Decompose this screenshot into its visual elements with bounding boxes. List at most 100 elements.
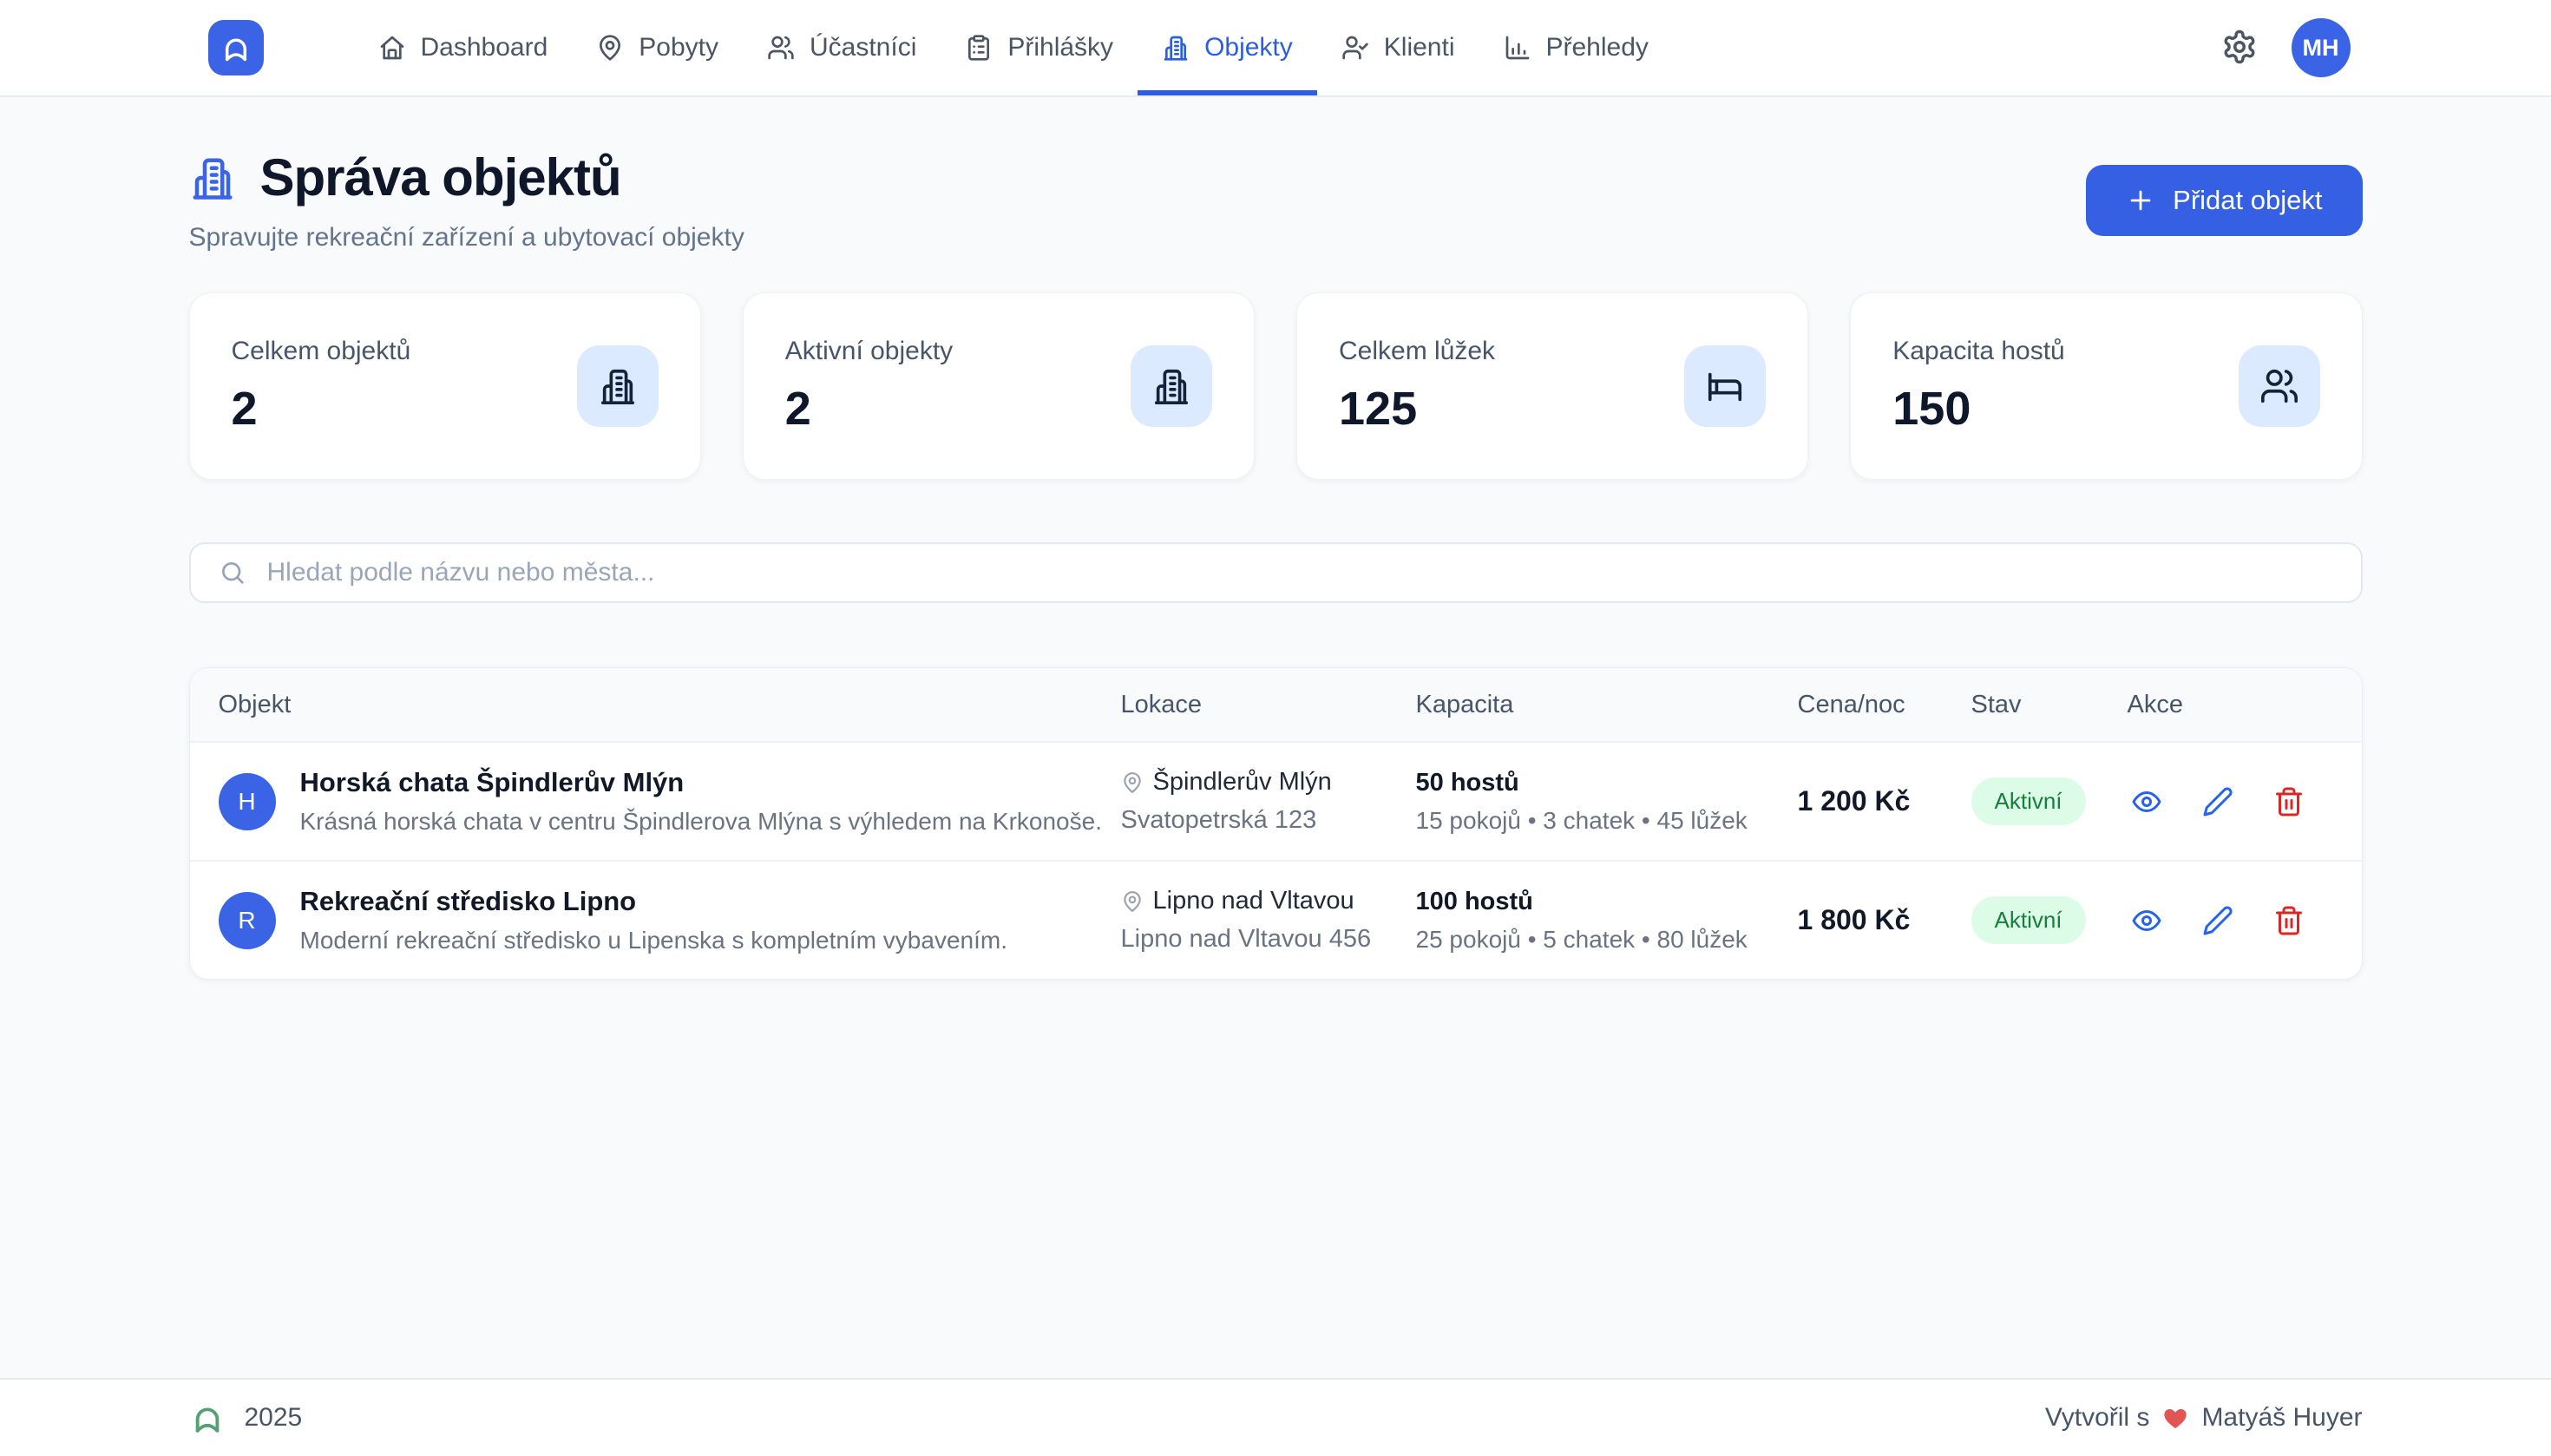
object-city: Lipno nad Vltavou — [1153, 887, 1354, 915]
main-content: Správa objektů Spravujte rekreační zaříz… — [0, 97, 2551, 1378]
app-logo[interactable] — [208, 20, 264, 75]
status-badge: Aktivní — [1971, 896, 2086, 944]
nav-item-ucastnici[interactable]: Účastníci — [743, 0, 941, 95]
object-name: Horská chata Špindlerův Mlýn — [300, 767, 1102, 798]
nav-item-objekty[interactable]: Objekty — [1138, 0, 1317, 95]
search-input[interactable] — [266, 557, 2333, 588]
bar-chart-icon — [1504, 34, 1531, 62]
column-header-lokace: Lokace — [1121, 691, 1416, 719]
users-icon — [767, 34, 795, 62]
page-title: Správa objektů — [260, 148, 621, 207]
nav-label: Přehledy — [1546, 33, 1649, 62]
column-header-cena-noc: Cena/noc — [1798, 691, 1971, 719]
edit-button[interactable] — [2199, 902, 2237, 940]
column-header-objekt: Objekt — [219, 691, 1121, 719]
object-address: Lipno nad Vltavou 456 — [1121, 925, 1416, 954]
stat-card-total-objects: Celkem objektů 2 — [189, 292, 701, 480]
object-avatar: H — [219, 773, 276, 830]
stat-value: 2 — [785, 382, 953, 436]
stat-value: 125 — [1339, 382, 1495, 436]
add-object-button[interactable]: Přidat objekt — [2086, 165, 2362, 236]
object-price: 1 200 Kč — [1798, 785, 1971, 817]
tent-arch-icon — [220, 31, 252, 64]
page-subtitle: Spravujte rekreační zařízení a ubytovací… — [189, 223, 744, 253]
view-button[interactable] — [2128, 783, 2166, 821]
nav-item-prehledy[interactable]: Přehledy — [1479, 0, 1673, 95]
tent-arch-icon — [189, 1400, 226, 1436]
object-capacity-detail: 15 pokojů • 3 chatek • 45 lůžek — [1416, 807, 1798, 835]
building-icon — [598, 366, 638, 406]
footer-credit-name: Matyáš Huyer — [2201, 1403, 2362, 1433]
heart-icon — [2161, 1404, 2189, 1432]
table-row: R Rekreační středisko Lipno Moderní rekr… — [190, 860, 2362, 979]
pencil-icon — [2202, 905, 2233, 936]
settings-button[interactable] — [2220, 29, 2259, 67]
stat-icon-chip — [577, 345, 659, 427]
trash-icon — [2273, 786, 2305, 817]
object-capacity-detail: 25 pokojů • 5 chatek • 80 lůžek — [1416, 926, 1798, 954]
nav-label: Účastníci — [810, 33, 916, 62]
stat-icon-chip — [1131, 345, 1212, 427]
building-icon — [1151, 366, 1191, 406]
object-price: 1 800 Kč — [1798, 904, 1971, 936]
stat-cards: Celkem objektů 2 Aktivní objekty 2 Cel — [189, 292, 2363, 480]
search-icon — [219, 559, 246, 587]
object-guests: 50 hostů — [1416, 769, 1798, 797]
footer-year: 2025 — [245, 1403, 303, 1433]
nav-item-dashboard[interactable]: Dashboard — [354, 0, 573, 95]
home-icon — [378, 34, 406, 62]
object-avatar: R — [219, 892, 276, 949]
status-badge: Aktivní — [1971, 777, 2086, 825]
stat-card-total-beds: Celkem lůžek 125 — [1296, 292, 1808, 480]
building-icon — [1162, 34, 1190, 62]
stat-card-active-objects: Aktivní objekty 2 — [743, 292, 1255, 480]
delete-button[interactable] — [2270, 902, 2308, 940]
edit-button[interactable] — [2199, 783, 2237, 821]
stat-icon-chip — [2239, 345, 2320, 427]
object-address: Svatopetrská 123 — [1121, 806, 1416, 835]
map-pin-icon — [1121, 771, 1144, 794]
stat-label: Celkem objektů — [232, 337, 411, 366]
nav-item-klienti[interactable]: Klienti — [1317, 0, 1479, 95]
eye-icon — [2131, 905, 2162, 936]
stat-label: Aktivní objekty — [785, 337, 953, 366]
nav-label: Objekty — [1204, 33, 1293, 62]
stat-card-guest-capacity: Kapacita hostů 150 — [1850, 292, 2362, 480]
eye-icon — [2131, 786, 2162, 817]
map-pin-icon — [1121, 890, 1144, 913]
column-header-stav: Stav — [1971, 691, 2128, 719]
clipboard-list-icon — [965, 34, 993, 62]
table-header: Objekt Lokace Kapacita Cena/noc Stav Akc… — [190, 668, 2362, 741]
object-city: Špindlerův Mlýn — [1153, 768, 1332, 797]
object-description: Krásná horská chata v centru Špindlerova… — [300, 808, 1102, 836]
column-header-akce: Akce — [2128, 691, 2334, 719]
gear-icon — [2221, 29, 2258, 65]
delete-button[interactable] — [2270, 783, 2308, 821]
object-name: Rekreační středisko Lipno — [300, 886, 1007, 917]
view-button[interactable] — [2128, 902, 2166, 940]
building-icon — [189, 154, 236, 201]
nav-item-pobyty[interactable]: Pobyty — [572, 0, 743, 95]
users-icon — [2259, 366, 2299, 406]
object-description: Moderní rekreační středisko u Lipenska s… — [300, 927, 1007, 954]
search-bar — [189, 542, 2363, 603]
object-guests: 100 hostů — [1416, 888, 1798, 916]
nav-label: Pobyty — [639, 33, 718, 62]
trash-icon — [2273, 905, 2305, 936]
user-check-icon — [1341, 34, 1369, 62]
main-nav: Dashboard Pobyty Účastníci Přihlášky Obj… — [354, 0, 1673, 95]
top-navigation-bar: Dashboard Pobyty Účastníci Přihlášky Obj… — [0, 0, 2551, 97]
pencil-icon — [2202, 786, 2233, 817]
user-avatar[interactable]: MH — [2292, 18, 2351, 77]
stat-value: 150 — [1892, 382, 2064, 436]
nav-label: Přihlášky — [1007, 33, 1113, 62]
nav-label: Klienti — [1384, 33, 1455, 62]
footer-credit-prefix: Vytvořil s — [2045, 1403, 2150, 1433]
stat-label: Kapacita hostů — [1892, 337, 2064, 366]
nav-item-prihlasky[interactable]: Přihlášky — [941, 0, 1138, 95]
map-pin-icon — [596, 34, 624, 62]
stat-label: Celkem lůžek — [1339, 337, 1495, 366]
page-footer: 2025 Vytvořil s Matyáš Huyer — [0, 1378, 2551, 1456]
table-row: H Horská chata Špindlerův Mlýn Krásná ho… — [190, 741, 2362, 860]
nav-label: Dashboard — [421, 33, 548, 62]
